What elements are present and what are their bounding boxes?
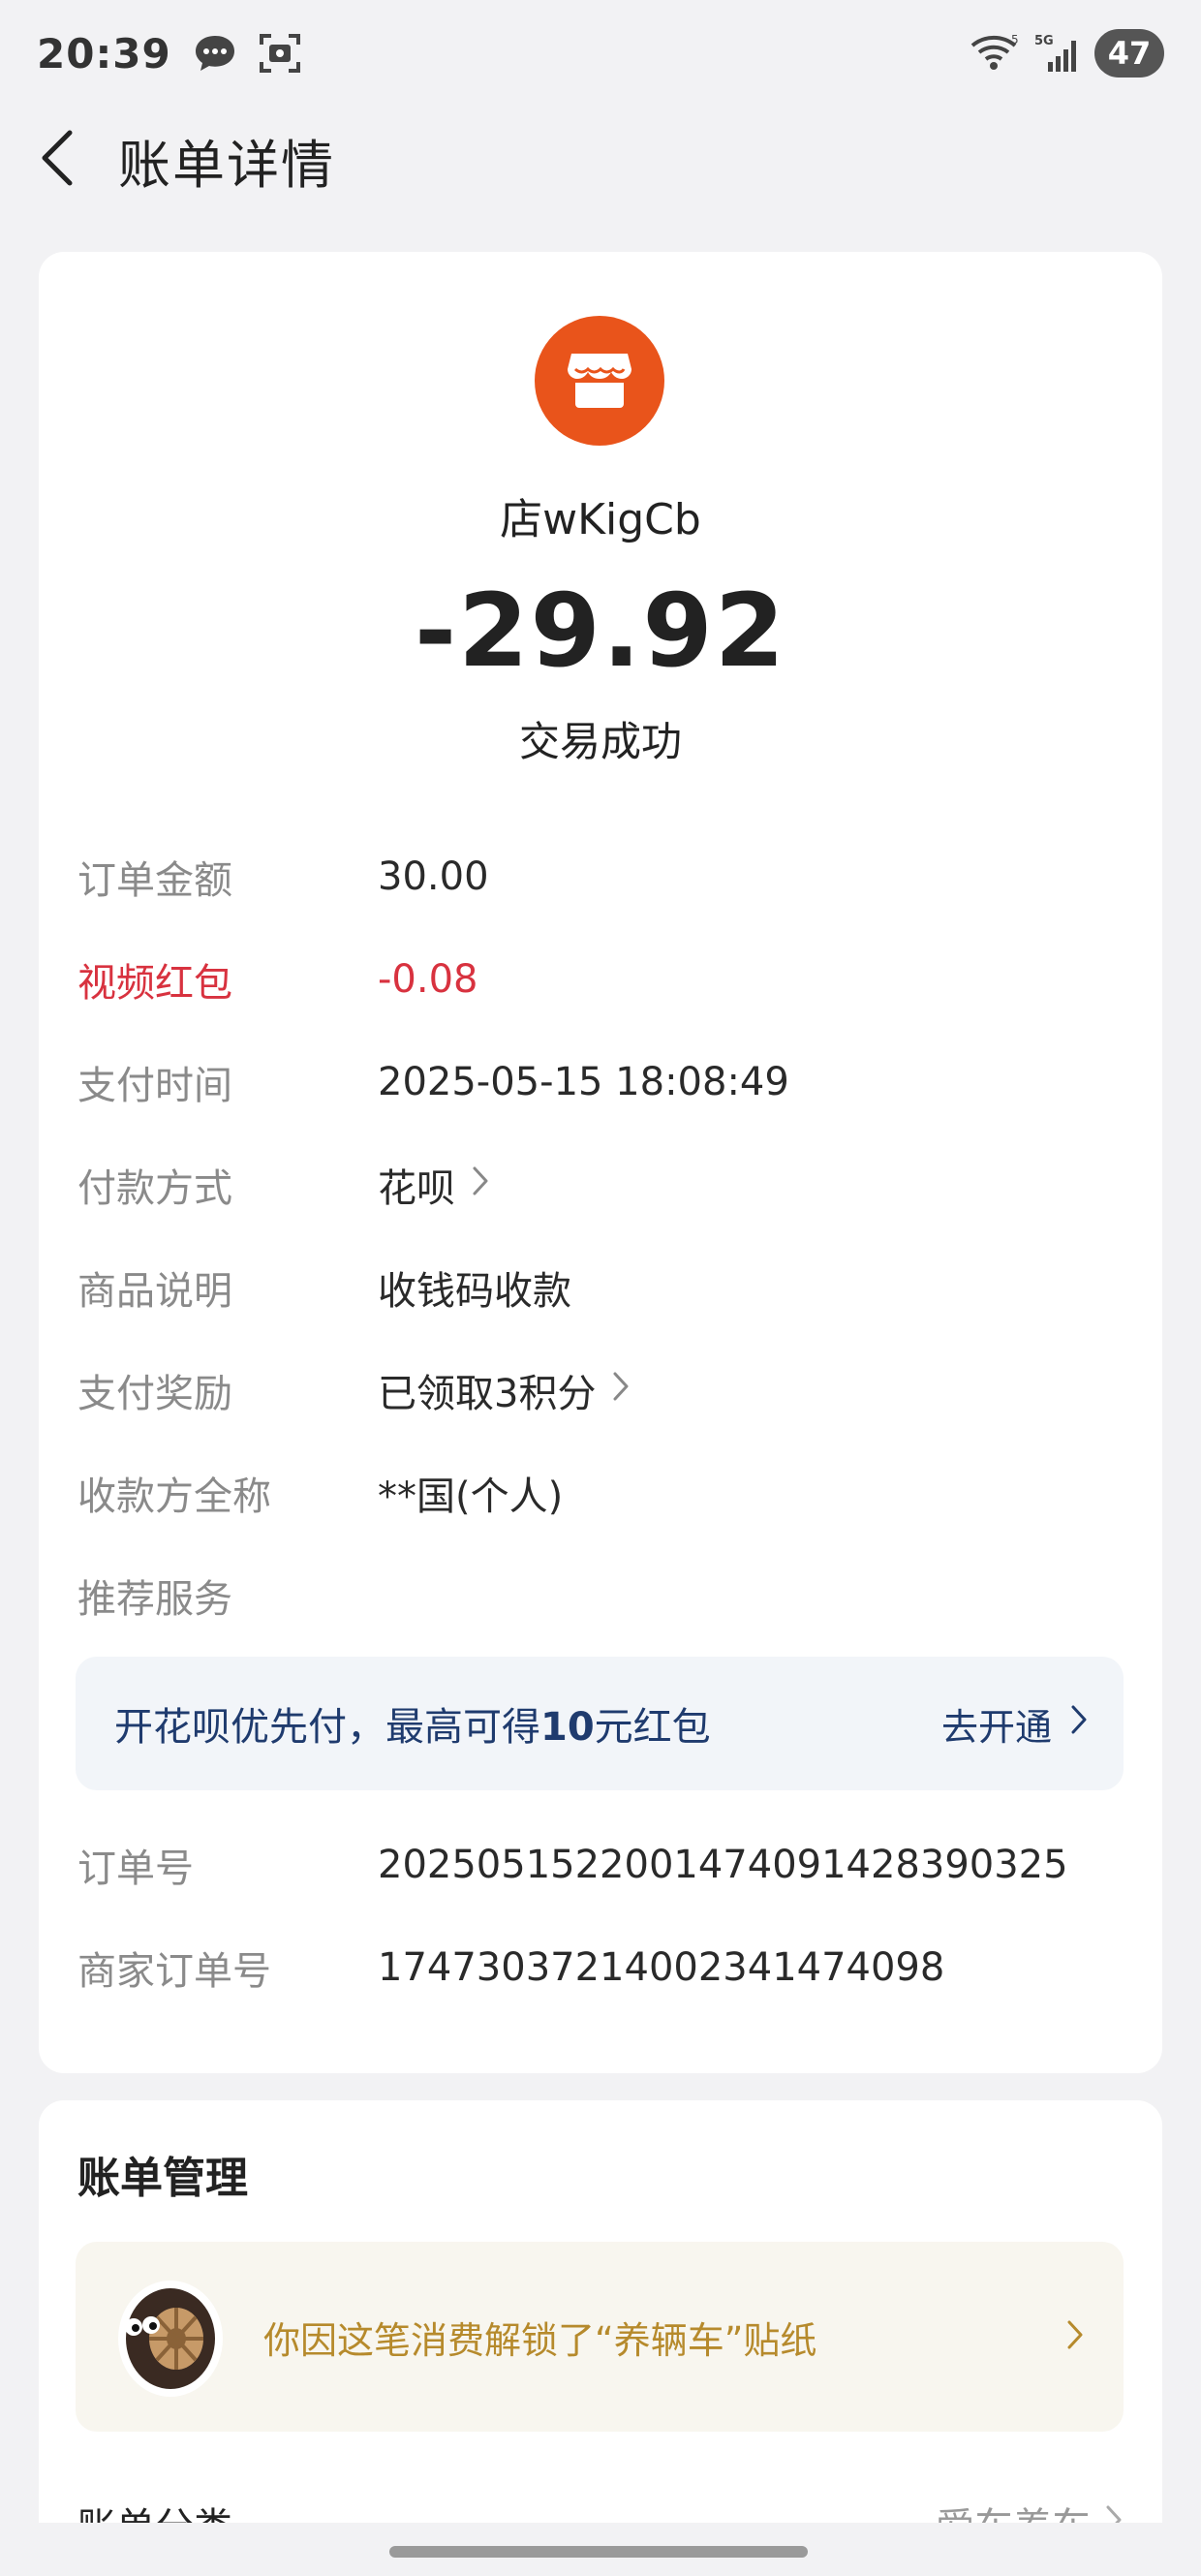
activate-label: 去开通 — [940, 1705, 1052, 1749]
message-icon — [193, 33, 237, 74]
detail-label: 推荐服务 — [77, 1577, 232, 1622]
chevron-right-icon — [1065, 2318, 1085, 2355]
detail-row-video-red-packet: 视频红包 -0.08 — [77, 941, 1124, 1018]
detail-row-payee-name: 收款方全称 **国(个人) — [77, 1454, 1124, 1532]
detail-label: 商家订单号 — [77, 1949, 271, 1994]
chevron-right-icon — [611, 1368, 631, 1412]
detail-row-order-amount: 订单金额 30.00 — [77, 838, 1124, 916]
svg-text:5G: 5G — [1034, 34, 1054, 48]
cellular-signal-icon: 5G — [1034, 33, 1081, 74]
chevron-left-icon — [39, 129, 74, 191]
screenshot-icon — [259, 33, 301, 74]
detail-label: 视频红包 — [77, 961, 232, 1006]
payment-method-value[interactable]: 花呗 — [378, 1157, 455, 1213]
detail-row-order-number: 订单号 2025051522001474091428390325 — [77, 1826, 1124, 1904]
detail-label: 订单号 — [77, 1847, 194, 1891]
page-title: 账单详情 — [118, 134, 335, 196]
detail-row-payment-reward[interactable]: 支付奖励 已领取3积分 — [77, 1351, 1124, 1429]
detail-label: 支付奖励 — [77, 1372, 232, 1416]
detail-row-pay-time: 支付时间 2025-05-15 18:08:49 — [77, 1043, 1124, 1121]
detail-label: 收款方全称 — [77, 1474, 271, 1519]
detail-value: 2025-05-15 18:08:49 — [378, 1060, 789, 1104]
merchant-order-number-value[interactable]: 1747303721400234147409​8 — [378, 1945, 944, 1990]
detail-row-product-description: 商品说明 收钱码收款 — [77, 1249, 1124, 1326]
activate-button[interactable]: 去开通 — [941, 1697, 1089, 1751]
detail-value: -0.08 — [378, 957, 478, 1002]
payment-reward-value[interactable]: 已领取3积分 — [378, 1362, 596, 1418]
detail-value: 30.00 — [378, 854, 489, 899]
svg-text:5: 5 — [1011, 34, 1019, 47]
merchant-name: 店wKigCb — [500, 495, 701, 544]
nav-bar: 账单详情 — [0, 107, 1201, 213]
wifi-icon: 5 — [970, 34, 1021, 73]
order-number-value[interactable]: 2025051522001474091428390325 — [378, 1843, 1068, 1887]
detail-value: **国(个人) — [378, 1474, 564, 1519]
transaction-card: 店wKigCb -29.92 交易成功 订单金额 30.00 视频红包 -0.0… — [39, 252, 1162, 2073]
store-icon — [566, 348, 633, 414]
back-button[interactable] — [39, 129, 81, 191]
status-time: 20:39 — [37, 29, 171, 78]
huabei-promo-banner[interactable]: 开花呗优先付，最高可得10元红包 去开通 — [76, 1657, 1124, 1790]
tire-sticker-icon — [112, 2273, 229, 2401]
detail-row-merchant-order-number: 商家订单号 1747303721400234147409​8 — [77, 1929, 1124, 2006]
chevron-right-icon — [471, 1163, 490, 1207]
promo-text: 开花呗优先付，最高可得10元红包 — [114, 1705, 711, 1750]
detail-label: 付款方式 — [77, 1166, 232, 1211]
detail-label: 订单金额 — [77, 858, 232, 903]
transaction-amount: -29.92 — [414, 572, 787, 690]
detail-label: 支付时间 — [77, 1064, 232, 1108]
bill-management-card: 账单管理 你因这笔消费解锁了“养辆车”贴纸 账单分类 爱车养车 — [39, 2100, 1162, 2576]
merchant-avatar — [535, 316, 664, 446]
battery-indicator: 47 — [1094, 29, 1164, 78]
section-title: 账单管理 — [77, 2154, 248, 2203]
detail-row-recommended-service: 推荐服务 — [77, 1557, 1124, 1634]
transaction-status: 交易成功 — [518, 718, 682, 765]
sticker-unlock-banner[interactable]: 你因这笔消费解锁了“养辆车”贴纸 — [76, 2242, 1124, 2432]
status-bar: 20:39 5 5G 47 — [0, 0, 1201, 107]
detail-row-payment-method[interactable]: 付款方式 花呗 — [77, 1146, 1124, 1224]
detail-value: 收钱码收款 — [378, 1269, 571, 1314]
chevron-right-icon — [1069, 1702, 1089, 1745]
home-indicator[interactable] — [389, 2546, 808, 2558]
detail-label: 商品说明 — [77, 1269, 232, 1314]
sticker-text: 你因这笔消费解锁了“养辆车”贴纸 — [263, 2318, 817, 2362]
